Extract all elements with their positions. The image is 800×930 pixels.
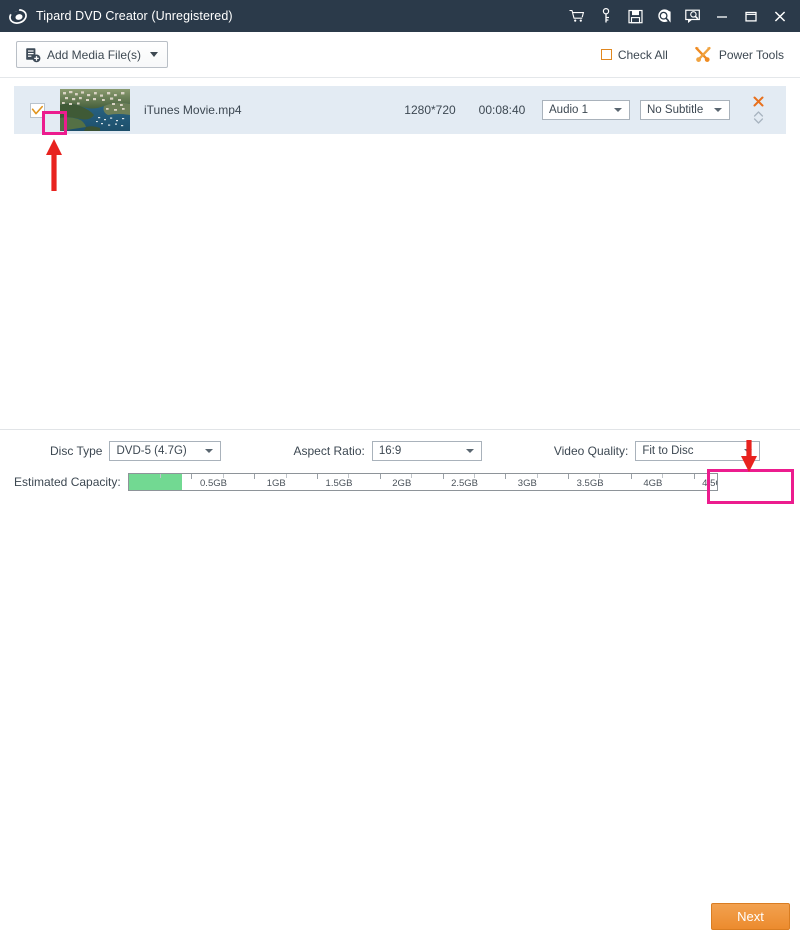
capacity-tick-label: 0.5GB <box>200 478 227 489</box>
save-icon[interactable] <box>627 8 643 24</box>
next-button-wrap: Next <box>711 903 790 930</box>
maximize-icon[interactable] <box>743 8 759 24</box>
capacity-tick <box>317 474 319 479</box>
disc-type-group: Disc Type DVD-5 (4.7G) <box>50 441 222 461</box>
minimize-icon[interactable] <box>714 8 730 24</box>
disc-type-label: Disc Type <box>50 444 103 458</box>
capacity-tick-label: 2GB <box>392 478 412 489</box>
capacity-tick-minor <box>599 474 601 478</box>
row-check-cell <box>14 102 60 118</box>
chevron-down-icon <box>205 449 214 453</box>
chevron-down-icon <box>465 449 474 453</box>
capacity-tick-label: 3GB <box>517 478 537 489</box>
media-list-area: iTunes Movie.mp4 1280*720 00:08:40 Audio… <box>0 78 800 429</box>
capacity-tick-minor <box>222 474 224 478</box>
chevron-down-icon <box>714 108 722 112</box>
capacity-tick <box>630 474 632 479</box>
capacity-tick <box>254 474 256 479</box>
capacity-tick-minor <box>160 474 162 478</box>
video-quality-select[interactable]: Fit to Disc <box>635 441 761 461</box>
capacity-tick-minor <box>348 474 350 478</box>
disc-type-select[interactable]: DVD-5 (4.7G) <box>109 441 222 461</box>
close-x-icon[interactable] <box>753 96 764 107</box>
help-icon[interactable] <box>656 8 672 24</box>
capacity-tick-minor <box>536 474 538 478</box>
capacity-tick-label: 1.5GB <box>325 478 353 489</box>
tipard-logo-icon <box>8 6 28 26</box>
capacity-tick-minor <box>662 474 664 478</box>
video-thumbnail <box>60 89 130 131</box>
aspect-ratio-group: Aspect Ratio: 16:9 <box>293 441 482 461</box>
row-resolution: 1280*720 <box>404 103 456 117</box>
bottom-settings-panel: Disc Type DVD-5 (4.7G) Aspect Ratio: 16:… <box>0 429 800 930</box>
add-media-files-button[interactable]: Add Media File(s) <box>16 41 169 68</box>
title-bar: Tipard DVD Creator (Unregistered) <box>0 0 800 32</box>
capacity-tick-minor <box>285 474 287 478</box>
row-actions <box>730 96 786 125</box>
estimated-capacity-label: Estimated Capacity: <box>14 475 121 489</box>
cart-icon[interactable] <box>569 8 585 24</box>
chevron-down-icon[interactable] <box>150 52 159 57</box>
video-quality-label: Video Quality: <box>553 444 629 458</box>
add-media-label: Add Media File(s) <box>47 47 142 62</box>
audio-track-select[interactable]: Audio 1 <box>542 100 630 120</box>
sort-updown-icon[interactable] <box>753 110 764 125</box>
key-icon[interactable] <box>598 8 614 24</box>
row-filename: iTunes Movie.mp4 <box>144 103 242 117</box>
next-button[interactable]: Next <box>711 903 790 930</box>
capacity-tick <box>505 474 507 479</box>
capacity-tick-label: 4.5GB <box>702 478 717 489</box>
capacity-tick-label: 2.5GB <box>451 478 479 489</box>
aspect-ratio-value: 16:9 <box>378 445 402 457</box>
capacity-tick <box>442 474 444 479</box>
capacity-tick-label: 1GB <box>266 478 286 489</box>
toolbar: Add Media File(s) Check All Power Tools <box>0 32 800 78</box>
capacity-tick <box>191 474 193 479</box>
checkmark-icon <box>31 105 43 114</box>
capacity-fill <box>128 474 182 490</box>
disc-type-value: DVD-5 (4.7G) <box>116 445 187 457</box>
video-quality-group: Video Quality: Fit to Disc <box>554 441 761 461</box>
chevron-down-icon <box>614 108 622 112</box>
window-title: Tipard DVD Creator (Unregistered) <box>36 9 233 23</box>
capacity-tick-label: 3.5GB <box>576 478 604 489</box>
capacity-tick <box>568 474 570 479</box>
table-row[interactable]: iTunes Movie.mp4 1280*720 00:08:40 Audio… <box>14 86 786 134</box>
titlebar-icon-group <box>569 8 792 24</box>
subtitle-select[interactable]: No Subtitle <box>640 100 730 120</box>
power-tools-button[interactable]: Power Tools <box>694 46 784 63</box>
check-all-control[interactable]: Check All <box>600 47 668 62</box>
check-all-checkbox[interactable] <box>600 49 612 60</box>
add-file-icon <box>25 47 41 63</box>
aspect-ratio-select[interactable]: 16:9 <box>371 441 482 461</box>
tools-icon <box>694 46 712 63</box>
power-tools-label: Power Tools <box>718 47 784 62</box>
capacity-tick <box>693 474 695 479</box>
row-duration: 00:08:40 <box>478 103 526 117</box>
capacity-row: Estimated Capacity: 0.5GB 1GB 1.5GB 2GB 2.5G… <box>0 473 800 491</box>
row-checkbox[interactable] <box>29 102 45 118</box>
audio-track-value: Audio 1 <box>549 104 589 116</box>
aspect-ratio-label: Aspect Ratio: <box>293 444 365 458</box>
application-window: Tipard DVD Creator (Unregistered) Add Me… <box>0 0 800 930</box>
settings-row: Disc Type DVD-5 (4.7G) Aspect Ratio: 16:… <box>0 430 800 472</box>
video-quality-value: Fit to Disc <box>642 445 694 457</box>
capacity-tick <box>379 474 381 479</box>
close-icon[interactable] <box>772 8 788 24</box>
check-all-label: Check All <box>617 47 668 62</box>
subtitle-value: No Subtitle <box>647 104 704 116</box>
capacity-tick-minor <box>473 474 475 478</box>
capacity-tick-minor <box>411 474 413 478</box>
toolbar-right-group: Check All Power Tools <box>600 46 784 63</box>
capacity-tick-label: 4GB <box>643 478 663 489</box>
capacity-bar: 0.5GB 1GB 1.5GB 2GB 2.5GB 3GB 3.5GB 4GB 4.5GB <box>127 473 718 491</box>
feedback-icon[interactable] <box>685 8 701 24</box>
chevron-down-icon <box>744 449 753 453</box>
